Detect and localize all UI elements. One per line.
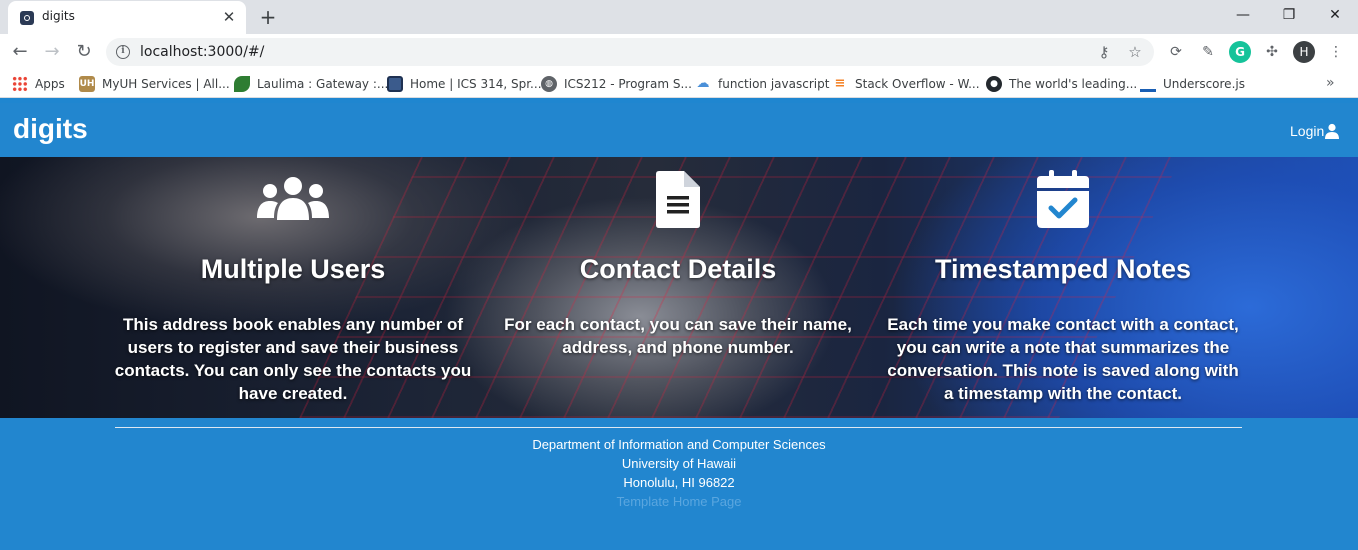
- user-icon[interactable]: [1324, 123, 1340, 139]
- key-icon[interactable]: ⚷: [1094, 42, 1114, 62]
- feature-description: Each time you make contact with a contac…: [887, 315, 1239, 403]
- restore-button[interactable]: ❐: [1275, 4, 1303, 26]
- sync-extension-icon[interactable]: ⟳: [1165, 41, 1187, 63]
- uh-icon: UH: [79, 76, 95, 92]
- bookmark-myuh[interactable]: UH MyUH Services | All...: [79, 76, 230, 92]
- bookmarks-overflow-icon[interactable]: »: [1326, 75, 1335, 91]
- feature-multiple-users: Multiple Users This address book enables…: [113, 157, 473, 403]
- extensions-puzzle-icon[interactable]: ✣: [1261, 41, 1283, 63]
- back-button[interactable]: ←: [8, 40, 32, 64]
- users-icon: [257, 177, 329, 220]
- browser-tab[interactable]: digits ✕: [8, 1, 246, 34]
- feature-title: Contact Details: [579, 254, 777, 284]
- bookmark-function-javascript[interactable]: ☁ function javascript: [695, 76, 829, 92]
- bookmark-star-icon[interactable]: ☆: [1125, 42, 1145, 62]
- color-picker-extension-icon[interactable]: ✎: [1197, 41, 1219, 63]
- new-tab-button[interactable]: +: [256, 5, 280, 29]
- site-navbar: digits Login: [0, 103, 1358, 157]
- feature-title: Multiple Users: [200, 254, 386, 284]
- globe-icon: ◍: [541, 76, 557, 92]
- footer-department: Department of Information and Computer S…: [532, 437, 826, 452]
- bookmark-stackoverflow[interactable]: ≡ Stack Overflow - W...: [832, 76, 980, 92]
- address-bar[interactable]: i localhost:3000/#/ ⚷ ☆: [106, 38, 1154, 66]
- browser-tabstrip: digits ✕ + — ❐ ✕: [0, 0, 1358, 34]
- bookmark-ics212[interactable]: ◍ ICS212 - Program S...: [541, 76, 692, 92]
- site-footer: Department of Information and Computer S…: [0, 418, 1358, 550]
- feature-description: For each contact, you can save their nam…: [504, 315, 852, 357]
- underscore-icon: [1140, 76, 1156, 92]
- bookmarks-bar: Apps UH MyUH Services | All... Laulima : …: [0, 70, 1358, 98]
- url-text[interactable]: localhost:3000/#/: [140, 44, 264, 60]
- footer-university: University of Hawaii: [621, 456, 737, 471]
- calendar-check-icon: [1037, 170, 1089, 228]
- feature-timestamped-notes: Timestamped Notes Each time you make con…: [883, 157, 1243, 403]
- minimize-button[interactable]: —: [1229, 4, 1257, 26]
- stackoverflow-icon: ≡: [832, 76, 848, 92]
- template-home-link[interactable]: Template Home Page: [0, 494, 1358, 509]
- feature-description: This address book enables any number of …: [114, 315, 472, 403]
- feature-contact-details: Contact Details For each contact, you ca…: [498, 157, 858, 357]
- apps-icon: [12, 76, 28, 92]
- tab-title: digits: [42, 9, 75, 23]
- browser-toolbar: ← → ↻ i localhost:3000/#/ ⚷ ☆ ⟳ ✎ G ✣ H …: [0, 34, 1358, 70]
- brand-logo[interactable]: digits: [13, 113, 88, 145]
- bookmark-ics314[interactable]: Home | ICS 314, Spr...: [387, 76, 542, 92]
- grammarly-extension-icon[interactable]: G: [1229, 41, 1251, 63]
- window-close-button[interactable]: ✕: [1321, 4, 1349, 26]
- bookmark-laulima[interactable]: Laulima : Gateway :...: [234, 76, 388, 92]
- bookmark-apps[interactable]: Apps: [12, 76, 65, 92]
- feature-title: Timestamped Notes: [934, 254, 1192, 284]
- cloud-icon: ☁: [695, 76, 711, 92]
- login-link[interactable]: Login: [1290, 123, 1324, 139]
- site-favicon-icon: [20, 11, 34, 25]
- leaf-icon: [234, 76, 250, 92]
- page-icon: [387, 76, 403, 92]
- reload-button[interactable]: ↻: [72, 40, 96, 64]
- site-info-icon[interactable]: i: [116, 45, 130, 59]
- browser-menu-icon[interactable]: ⋮: [1325, 41, 1347, 63]
- forward-button[interactable]: →: [40, 40, 64, 64]
- bookmark-underscore[interactable]: Underscore.js: [1140, 76, 1245, 92]
- footer-address: Honolulu, HI 96822: [623, 475, 735, 490]
- file-text-icon: [656, 171, 700, 228]
- github-icon: ●: [986, 76, 1002, 92]
- tab-close-icon[interactable]: ✕: [220, 8, 238, 26]
- bookmark-github[interactable]: ● The world's leading...: [986, 76, 1137, 92]
- profile-avatar[interactable]: H: [1293, 41, 1315, 63]
- hero-banner: Multiple Users This address book enables…: [0, 157, 1358, 418]
- footer-divider: [115, 427, 1242, 428]
